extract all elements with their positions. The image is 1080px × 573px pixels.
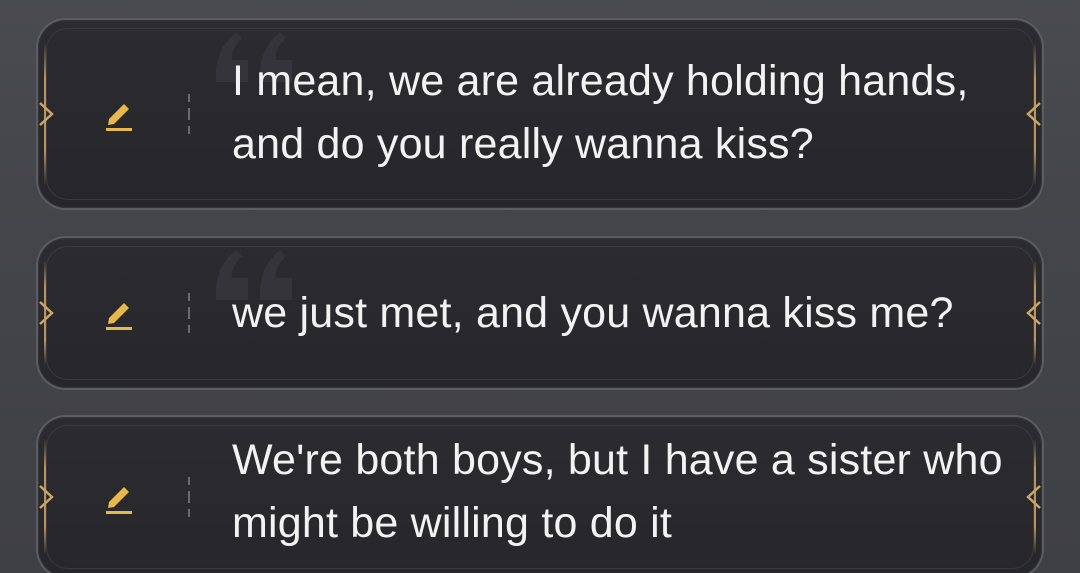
chevron-left-icon: [1026, 301, 1041, 325]
reply-suggestions-list: I mean, we are already holding hands, an…: [0, 0, 1080, 573]
suggestion-text: we just met, and you wanna kiss me?: [232, 289, 954, 337]
chevron-left-icon: [1026, 102, 1041, 126]
chevron-right-icon: [39, 301, 54, 325]
divider: [188, 94, 190, 134]
chevron-right-icon: [39, 102, 54, 126]
suggestion-card[interactable]: we just met, and you wanna kiss me?: [38, 238, 1042, 388]
divider: [188, 293, 190, 333]
pencil-icon[interactable]: [100, 95, 138, 133]
suggestion-text: I mean, we are already holding hands, an…: [232, 57, 969, 168]
chevron-left-icon: [1026, 485, 1041, 509]
suggestion-text: We're both boys, but I have a sister who…: [232, 436, 1003, 547]
suggestion-card[interactable]: We're both boys, but I have a sister who…: [38, 417, 1042, 573]
divider: [188, 477, 190, 517]
chevron-right-icon: [39, 485, 54, 509]
suggestion-card[interactable]: I mean, we are already holding hands, an…: [38, 20, 1042, 208]
pencil-icon[interactable]: [100, 294, 138, 332]
pencil-icon[interactable]: [100, 478, 138, 516]
